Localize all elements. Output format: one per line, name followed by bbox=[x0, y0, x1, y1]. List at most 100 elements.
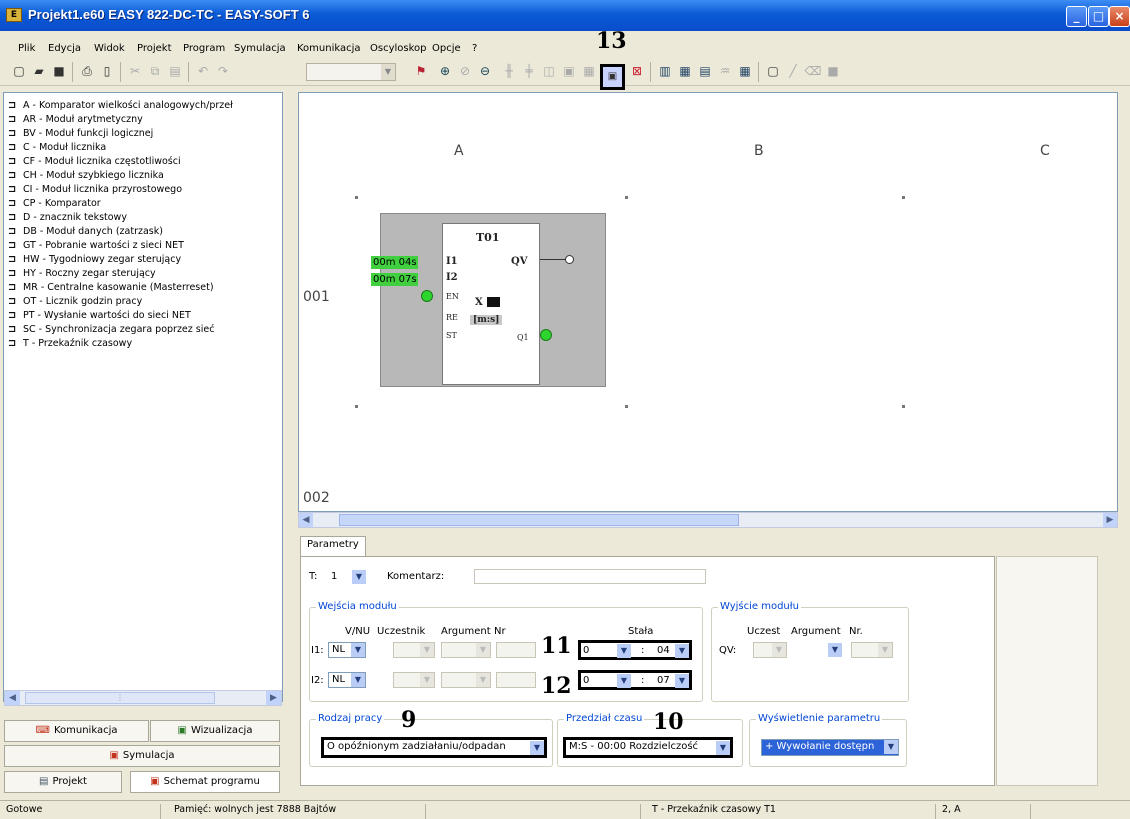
tree-item-hy[interactable]: ⊐ HY - Roczny zegar sterujący bbox=[8, 267, 156, 280]
chevron-down-icon[interactable]: ▼ bbox=[675, 674, 689, 688]
tree-item-d[interactable]: ⊐ D - znacznik tekstowy bbox=[8, 211, 127, 224]
mode-select[interactable]: O opóźnionym zadziałaniu/odpadan ▼ bbox=[321, 737, 547, 758]
tree-item-mr[interactable]: ⊐ MR - Centralne kasowanie (Masterreset) bbox=[8, 281, 214, 294]
select-icon[interactable]: ▢ bbox=[764, 62, 782, 80]
nc-contact-icon[interactable]: ╪ bbox=[520, 62, 538, 80]
menu-opcje[interactable]: Opcje bbox=[432, 43, 461, 54]
menu-plik[interactable]: Plik bbox=[18, 43, 35, 54]
projekt-button[interactable]: ▤ Projekt bbox=[4, 771, 122, 793]
chevron-down-icon[interactable]: ▼ bbox=[878, 643, 892, 657]
paste-icon[interactable]: ▤ bbox=[166, 62, 184, 80]
module-delete-icon[interactable]: ⊠ bbox=[628, 62, 646, 80]
tree-item-bv[interactable]: ⊐ BV - Moduł funkcji logicznej bbox=[8, 127, 153, 140]
qv-uczest-select[interactable]: ▼ bbox=[753, 642, 787, 658]
menu-komunikacja[interactable]: Komunikacja bbox=[297, 43, 361, 54]
menu-oscyloskop[interactable]: Oscyloskop bbox=[370, 43, 427, 54]
chevron-down-icon[interactable]: ▼ bbox=[476, 643, 490, 657]
canvas-horizontal-scrollbar[interactable]: ◀ ▶ bbox=[298, 512, 1118, 528]
list-icon[interactable]: ▦ bbox=[736, 62, 754, 80]
tree-item-sc[interactable]: ⊐ SC - Synchronizacja zegara poprzez sieć bbox=[8, 323, 214, 336]
title-bar[interactable]: E Projekt1.e60 EASY 822-DC-TC - EASY-SOF… bbox=[0, 0, 1130, 31]
menu-symulacja[interactable]: Symulacja bbox=[234, 43, 286, 54]
new-file-icon[interactable]: ▢ bbox=[10, 62, 28, 80]
function-block-icon[interactable]: ▣ bbox=[560, 62, 578, 80]
scroll-thumb[interactable] bbox=[339, 514, 739, 526]
chevron-down-icon[interactable]: ▼ bbox=[476, 673, 490, 687]
tab-parametry[interactable]: Parametry bbox=[300, 536, 366, 556]
i1-argument-select[interactable]: ▼ bbox=[441, 642, 491, 658]
fill-icon[interactable]: ■ bbox=[824, 62, 842, 80]
i2-argument-select[interactable]: ▼ bbox=[441, 672, 491, 688]
chevron-down-icon[interactable]: ▼ bbox=[675, 644, 689, 658]
close-button[interactable]: × bbox=[1109, 6, 1130, 27]
tree-item-ci[interactable]: ⊐ CI - Moduł licznika przyrostowego bbox=[8, 183, 182, 196]
chevron-down-icon[interactable]: ▼ bbox=[617, 674, 631, 688]
maximize-button[interactable]: □ bbox=[1088, 6, 1109, 27]
t-number-select[interactable]: 1 ▼ bbox=[327, 569, 367, 585]
chevron-down-icon[interactable]: ▼ bbox=[716, 741, 730, 755]
tree-item-ot[interactable]: ⊐ OT - Licznik godzin pracy bbox=[8, 295, 142, 308]
display-select[interactable]: + Wywołanie dostępn ▼ bbox=[761, 739, 899, 756]
scroll-right-icon[interactable]: ▶ bbox=[266, 691, 281, 705]
chevron-down-icon[interactable]: ▼ bbox=[828, 643, 842, 657]
qv-nr-select[interactable]: ▼ bbox=[851, 642, 893, 658]
i2-constant-box[interactable]: 0 ▼ : 07 ▼ bbox=[578, 670, 692, 690]
i1-nr-select[interactable] bbox=[496, 642, 536, 658]
zoom-fit-icon[interactable]: ⊘ bbox=[456, 62, 474, 80]
toolbar-combo[interactable]: ▼ bbox=[306, 63, 396, 81]
coil-icon[interactable]: ◫ bbox=[540, 62, 558, 80]
wizualizacja-button[interactable]: ▣ Wizualizacja bbox=[150, 720, 280, 742]
chevron-down-icon[interactable]: ▼ bbox=[351, 673, 365, 687]
chevron-down-icon[interactable]: ▼ bbox=[352, 570, 366, 584]
open-folder-icon[interactable]: ▰ bbox=[30, 62, 48, 80]
tree-item-c[interactable]: ⊐ C - Moduł licznika bbox=[8, 141, 106, 154]
redo-icon[interactable]: ↷ bbox=[214, 62, 232, 80]
menu-program[interactable]: Program bbox=[183, 43, 225, 54]
copy-icon[interactable]: ⧉ bbox=[146, 62, 164, 80]
connection-icon[interactable]: ▦ bbox=[580, 62, 598, 80]
chevron-down-icon[interactable]: ▼ bbox=[772, 643, 786, 657]
scroll-thumb[interactable]: ⋮ bbox=[25, 692, 215, 704]
eraser-icon[interactable]: ⌫ bbox=[804, 62, 822, 80]
tree-horizontal-scrollbar[interactable]: ◀ ⋮ ▶ bbox=[4, 690, 282, 706]
pen-icon[interactable]: ╱ bbox=[784, 62, 802, 80]
menu-help[interactable]: ? bbox=[472, 43, 477, 54]
menu-widok[interactable]: Widok bbox=[94, 43, 125, 54]
table-view-icon[interactable]: ▦ bbox=[676, 62, 694, 80]
time-range-select[interactable]: M:S - 00:00 Rozdzielczość ▼ bbox=[563, 737, 733, 758]
print-preview-icon[interactable]: ▯ bbox=[98, 62, 116, 80]
tree-item-pt[interactable]: ⊐ PT - Wysłanie wartości do sieci NET bbox=[8, 309, 191, 322]
chevron-down-icon[interactable]: ▼ bbox=[617, 644, 631, 658]
i1-constant-box[interactable]: 0 ▼ : 04 ▼ bbox=[578, 640, 692, 660]
print-icon[interactable]: ⎙ bbox=[78, 62, 96, 80]
tree-item-t[interactable]: ⊐ T - Przekaźnik czasowy bbox=[8, 337, 132, 350]
comment-input[interactable] bbox=[474, 569, 706, 584]
check-program-icon[interactable]: ⚑ bbox=[412, 62, 430, 80]
komunikacja-button[interactable]: ⌨ Komunikacja bbox=[4, 720, 149, 742]
tree-item-a[interactable]: ⊐ A - Komparator wielkości analogowych/pr… bbox=[8, 99, 233, 112]
symulacja-button[interactable]: ▣ Symulacja bbox=[4, 745, 280, 767]
chevron-down-icon[interactable]: ▼ bbox=[530, 741, 544, 755]
undo-icon[interactable]: ↶ bbox=[194, 62, 212, 80]
minimize-button[interactable]: _ bbox=[1066, 6, 1087, 27]
tree-item-cf[interactable]: ⊐ CF - Moduł licznika częstotliwości bbox=[8, 155, 181, 168]
i2-vnu-select[interactable]: NL ▼ bbox=[328, 672, 366, 688]
i1-vnu-select[interactable]: NL ▼ bbox=[328, 642, 366, 658]
tree-item-hw[interactable]: ⊐ HW - Tygodniowy zegar sterujący bbox=[8, 253, 181, 266]
i2-uczestnik-select[interactable]: ▼ bbox=[393, 672, 435, 688]
qv-argument-select[interactable]: ▼ bbox=[795, 642, 843, 658]
grid-view-icon[interactable]: ▥ bbox=[656, 62, 674, 80]
text-icon[interactable]: ▤ bbox=[696, 62, 714, 80]
tree-item-gt[interactable]: ⊐ GT - Pobranie wartości z sieci NET bbox=[8, 239, 184, 252]
zoom-out-icon[interactable]: ⊖ bbox=[476, 62, 494, 80]
tree-item-db[interactable]: ⊐ DB - Moduł danych (zatrzask) bbox=[8, 225, 163, 238]
i1-uczestnik-select[interactable]: ▼ bbox=[393, 642, 435, 658]
tree-item-cp[interactable]: ⊐ CP - Komparator bbox=[8, 197, 101, 210]
tree-item-ar[interactable]: ⊐ AR - Moduł arytmetyczny bbox=[8, 113, 143, 126]
circuit-canvas[interactable]: A B C 001 002 T01 I1 I2 EN RE ST QV Q1 X… bbox=[298, 92, 1118, 512]
brush-icon[interactable]: ♒ bbox=[716, 62, 734, 80]
i2-nr-select[interactable] bbox=[496, 672, 536, 688]
chevron-down-icon[interactable]: ▼ bbox=[381, 64, 395, 80]
schemat-programu-button[interactable]: ▣ Schemat programu bbox=[130, 771, 280, 793]
zoom-in-icon[interactable]: ⊕ bbox=[436, 62, 454, 80]
